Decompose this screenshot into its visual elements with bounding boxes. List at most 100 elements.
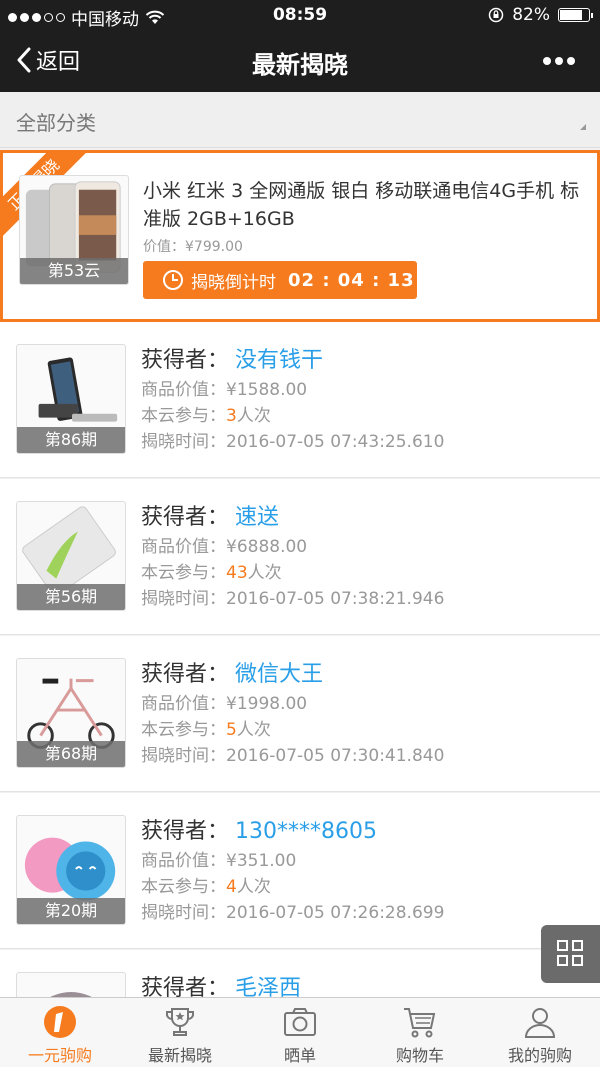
list-item[interactable]: 第56期 获得者： 速送 商品价值：¥6888.00 本云参与：43人次 揭晓时间… xyxy=(0,479,600,635)
camera-icon xyxy=(284,1008,316,1036)
logo-one-icon xyxy=(44,1006,76,1038)
join-line: 本云参与：5人次 xyxy=(141,715,271,740)
rotation-lock-icon xyxy=(488,7,504,23)
tab-label: 购物车 xyxy=(395,1046,444,1065)
featured-card[interactable]: 正在揭晓 第53云 小米 红米 3 全网通版 银白 移动联通电信4G手机 标准版… xyxy=(0,150,600,322)
reveal-time: 2016-07-05 07:30:41.840 xyxy=(226,746,445,766)
join-label: 本云参与： xyxy=(141,877,226,897)
winner-line: 获得者： 130****8605 xyxy=(141,813,377,845)
value-line: 商品价值：¥1588.00 xyxy=(141,375,307,400)
time-label: 揭晓时间： xyxy=(141,432,226,452)
time-line: 揭晓时间：2016-07-05 07:26:28.699 xyxy=(141,898,444,923)
battery-percent: 82% xyxy=(512,5,550,25)
join-unit: 人次 xyxy=(236,720,271,740)
tab-profile[interactable]: 我的驹购 xyxy=(480,998,600,1067)
join-unit: 人次 xyxy=(236,406,271,426)
value-line: 商品价值：¥351.00 xyxy=(141,846,296,871)
join-count: 5 xyxy=(226,720,237,740)
join-line: 本云参与：43人次 xyxy=(141,558,282,583)
tab-bar: 一元驹购 最新揭晓 晒单 购物车 我的驹购 xyxy=(0,997,600,1067)
period-label: 第53云 xyxy=(20,258,128,284)
period-label: 第56期 xyxy=(17,584,125,610)
cart-icon xyxy=(404,1008,436,1038)
more-icon[interactable] xyxy=(542,56,576,66)
reveal-time: 2016-07-05 07:43:25.610 xyxy=(226,432,445,452)
winner-name[interactable]: 130****8605 xyxy=(235,819,377,844)
value-amount: ¥6888.00 xyxy=(226,537,308,557)
reveal-time: 2016-07-05 07:26:28.699 xyxy=(226,903,445,923)
countdown-badge: 揭晓倒计时 02 : 04 : 13 xyxy=(143,261,417,299)
value-amount: ¥1588.00 xyxy=(226,380,308,400)
value-label: 商品价值： xyxy=(141,694,226,714)
category-label: 全部分类 xyxy=(16,111,96,135)
product-image: 第86期 xyxy=(16,344,126,454)
time-label: 揭晓时间： xyxy=(141,589,226,609)
product-name: 小米 红米 3 全网通版 银白 移动联通电信4G手机 标准版 2GB+16GB xyxy=(143,180,580,230)
tab-label: 我的驹购 xyxy=(507,1046,572,1065)
list-item[interactable]: 第20期 获得者： 130****8605 商品价值：¥351.00 本云参与：4… xyxy=(0,793,600,949)
list-item[interactable]: 第86期 获得者： 没有钱干 商品价值：¥1588.00 本云参与：3人次 揭晓时… xyxy=(0,322,600,478)
tab-label: 最新揭晓 xyxy=(147,1046,212,1065)
nav-bar: 返回 最新揭晓 xyxy=(0,30,600,92)
tab-cart[interactable]: 购物车 xyxy=(360,998,480,1067)
join-count: 3 xyxy=(226,406,237,426)
time-label: 揭晓时间： xyxy=(141,746,226,766)
time-line: 揭晓时间：2016-07-05 07:30:41.840 xyxy=(141,741,444,766)
winner-label: 获得者： xyxy=(141,505,230,530)
alarm-clock-icon xyxy=(163,270,183,290)
trophy-icon xyxy=(166,1008,194,1036)
value-label: 商品价值： xyxy=(141,537,226,557)
value-amount: ¥1998.00 xyxy=(226,694,308,714)
winner-name[interactable]: 速送 xyxy=(235,505,279,530)
status-right: 82% xyxy=(488,5,593,25)
winner-line: 获得者： 微信大王 xyxy=(141,656,323,688)
list-item[interactable]: 第68期 获得者： 微信大王 商品价值：¥1998.00 本云参与：5人次 揭晓时… xyxy=(0,636,600,792)
winner-line: 获得者： 没有钱干 xyxy=(141,342,323,374)
join-unit: 人次 xyxy=(247,563,282,583)
value-line: 商品价值：¥1998.00 xyxy=(141,689,307,714)
status-bar: 中国移动 08:59 82% xyxy=(0,0,600,30)
category-filter[interactable]: 全部分类 xyxy=(0,92,600,148)
value-amount: ¥351.00 xyxy=(226,851,297,871)
time-line: 揭晓时间：2016-07-05 07:43:25.610 xyxy=(141,427,444,452)
tab-latest[interactable]: 最新揭晓 xyxy=(120,998,240,1067)
winner-label: 获得者： xyxy=(141,348,230,373)
winner-label: 获得者： xyxy=(141,662,230,687)
product-image: 第56期 xyxy=(16,501,126,611)
join-line: 本云参与：3人次 xyxy=(141,401,271,426)
join-count: 4 xyxy=(226,877,237,897)
join-unit: 人次 xyxy=(236,877,271,897)
join-count: 43 xyxy=(226,563,248,583)
time-label: 揭晓时间： xyxy=(141,903,226,923)
countdown-label: 揭晓倒计时 xyxy=(191,272,276,293)
period-label: 第20期 xyxy=(17,898,125,924)
winner-name[interactable]: 微信大王 xyxy=(235,662,323,687)
period-label: 第68期 xyxy=(17,741,125,767)
battery-icon xyxy=(558,8,593,22)
value-label: 商品价值： xyxy=(141,851,226,871)
join-label: 本云参与： xyxy=(141,563,226,583)
product-price: 价值：¥799.00 xyxy=(143,239,243,255)
tab-label: 晒单 xyxy=(283,1046,316,1065)
user-icon xyxy=(524,1008,556,1038)
winner-name[interactable]: 没有钱干 xyxy=(235,348,323,373)
period-label: 第86期 xyxy=(17,427,125,453)
dropdown-corner-icon xyxy=(580,124,586,130)
value-line: 商品价值：¥6888.00 xyxy=(141,532,307,557)
value-label: 商品价值： xyxy=(141,380,226,400)
page-title: 最新揭晓 xyxy=(252,51,348,79)
winner-line: 获得者： 速送 xyxy=(141,499,279,531)
grid-view-button[interactable] xyxy=(541,925,600,983)
product-image: 第20期 xyxy=(16,815,126,925)
join-line: 本云参与：4人次 xyxy=(141,872,271,897)
product-image: 第53云 xyxy=(19,175,129,285)
product-image: 第68期 xyxy=(16,658,126,768)
tab-home[interactable]: 一元驹购 xyxy=(0,998,120,1067)
time-line: 揭晓时间：2016-07-05 07:38:21.946 xyxy=(141,584,444,609)
winner-label: 获得者： xyxy=(141,819,230,844)
tab-share[interactable]: 晒单 xyxy=(240,998,360,1067)
tab-label: 一元驹购 xyxy=(27,1046,92,1065)
join-label: 本云参与： xyxy=(141,720,226,740)
join-label: 本云参与： xyxy=(141,406,226,426)
reveal-time: 2016-07-05 07:38:21.946 xyxy=(226,589,445,609)
